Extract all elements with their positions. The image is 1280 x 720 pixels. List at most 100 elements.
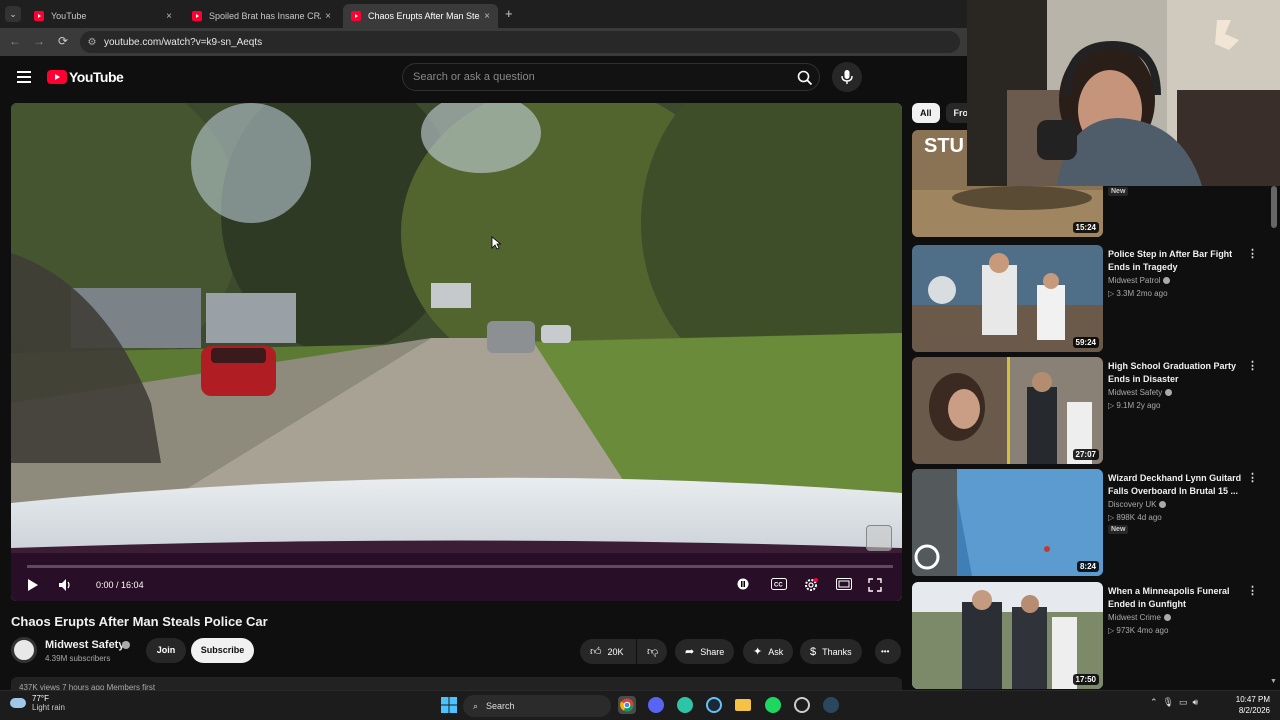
verified-icon <box>1165 389 1173 396</box>
tab-spoiled-brat[interactable]: Spoiled Brat has Insane CRASH × <box>184 4 339 28</box>
play-icon[interactable] <box>27 578 39 592</box>
taskbar-search[interactable]: ⌕ Search <box>463 695 611 717</box>
dislike-button[interactable]: 👎︎ <box>637 639 667 664</box>
recommendation-channel[interactable]: Midwest Patrol <box>1108 276 1171 285</box>
reload-button[interactable]: ⟳ <box>55 34 71 48</box>
clock[interactable]: 10:47 PM 8/2/2026 <box>1226 694 1270 716</box>
video-thumbnail[interactable]: 17:50 <box>912 582 1103 689</box>
voice-search-button[interactable] <box>832 62 862 92</box>
thumbs-down-icon: 👎︎ <box>647 646 659 658</box>
youtube-header: YouTube Search or ask a question <box>0 56 967 100</box>
recommendation-item[interactable]: 59:24 Police Step in After Bar Fight End… <box>912 245 1272 353</box>
recommendation-title[interactable]: When a Minneapolis Funeral Ended in Gunf… <box>1108 585 1243 611</box>
recommendation-item[interactable]: 8:24 Wizard Deckhand Lynn Guitard Falls … <box>912 469 1272 577</box>
video-thumbnail[interactable]: 27:07 <box>912 357 1103 464</box>
more-options-icon[interactable]: ⋮ <box>1247 359 1258 372</box>
spotify-icon[interactable] <box>764 696 782 714</box>
more-options-icon[interactable]: ⋮ <box>1247 247 1258 260</box>
steam-icon[interactable] <box>705 696 723 714</box>
scroll-down-arrow-icon[interactable]: ▼ <box>1270 678 1277 685</box>
video-frame <box>11 103 902 601</box>
subscribe-button[interactable]: Subscribe <box>191 638 254 663</box>
settings-icon[interactable] <box>804 578 818 592</box>
volume-icon[interactable] <box>58 578 72 592</box>
thumbs-up-icon: 👍︎ <box>590 646 602 658</box>
search-input[interactable]: Search or ask a question <box>402 63 820 91</box>
chip-all[interactable]: All <box>912 103 940 123</box>
address-toolbar: ← → ⟳ ⚙ youtube.com/watch?v=k9-sn_Aeqts <box>0 28 967 56</box>
search-button[interactable] <box>793 66 817 90</box>
new-tab-button[interactable]: + <box>505 6 513 21</box>
tab-youtube[interactable]: YouTube × <box>26 4 180 28</box>
tab-title: Spoiled Brat has Insane CRASH <box>209 11 321 21</box>
ask-button[interactable]: ✦ Ask <box>743 639 794 664</box>
subscriber-count: 4.39M subscribers <box>45 654 111 663</box>
tab-close-icon[interactable]: × <box>480 11 494 22</box>
file-explorer-icon[interactable] <box>734 696 752 714</box>
youtube-logo[interactable]: YouTube <box>47 69 124 85</box>
scrollbar[interactable] <box>1271 186 1277 228</box>
fullscreen-icon[interactable] <box>868 578 882 592</box>
join-button[interactable]: Join <box>146 638 186 663</box>
theater-mode-icon[interactable] <box>836 578 852 590</box>
recommendation-channel[interactable]: Midwest Crime <box>1108 613 1171 622</box>
video-player[interactable] <box>11 103 902 601</box>
search-icon <box>797 70 813 86</box>
channel-name[interactable]: Midwest Safety <box>45 639 124 651</box>
recommendation-channel[interactable]: Discovery UK <box>1108 500 1167 509</box>
channel-watermark-icon[interactable] <box>866 525 892 551</box>
more-options-icon[interactable]: ⋮ <box>1247 584 1258 597</box>
ask-label: Ask <box>768 646 784 657</box>
recommendation-title[interactable]: High School Graduation Party Ends in Dis… <box>1108 360 1243 386</box>
recommendation-meta: ▷ 3.3M 2mo ago <box>1108 289 1168 298</box>
recommendation-item[interactable]: 17:50 When a Minneapolis Funeral Ended i… <box>912 582 1272 690</box>
tab-close-icon[interactable]: × <box>162 11 176 22</box>
verified-icon <box>1159 501 1167 508</box>
recommendation-meta: ▷ 9.1M 2y ago <box>1108 401 1161 410</box>
views-age: 973K 4mo ago <box>1116 626 1169 635</box>
tab-search-button[interactable]: ⌄ <box>5 6 21 22</box>
microphone-icon <box>841 70 853 84</box>
back-button[interactable]: ← <box>7 34 23 48</box>
verified-icon <box>1163 277 1171 284</box>
thanks-button[interactable]: $ Thanks <box>800 639 862 664</box>
weather-condition: Light rain <box>32 703 65 712</box>
discord-icon[interactable] <box>647 696 665 714</box>
progress-bar[interactable] <box>27 565 893 568</box>
chrome-icon[interactable] <box>618 696 636 714</box>
tab-close-icon[interactable]: × <box>321 11 335 22</box>
edge-icon[interactable] <box>676 696 694 714</box>
time-display: 0:00 / 16:04 <box>96 580 144 590</box>
current-time: 0:00 <box>96 580 114 590</box>
video-duration: 15:24 <box>1072 222 1099 233</box>
site-info-icon[interactable]: ⚙ <box>80 37 104 48</box>
recommendation-title[interactable]: Wizard Deckhand Lynn Guitard Falls Overb… <box>1108 472 1243 498</box>
video-thumbnail[interactable]: 59:24 <box>912 245 1103 352</box>
more-options-icon[interactable]: ⋮ <box>1247 471 1258 484</box>
weather-widget[interactable]: 77°F Light rain <box>10 694 65 712</box>
steam-app-icon[interactable] <box>822 696 840 714</box>
url-bar[interactable]: ⚙ youtube.com/watch?v=k9-sn_Aeqts <box>80 31 960 53</box>
tab-chaos-erupts[interactable]: Chaos Erupts After Man Steals F × <box>343 4 498 28</box>
youtube-favicon-icon <box>351 11 361 21</box>
app-icon[interactable] <box>793 696 811 714</box>
more-actions-button[interactable]: ••• <box>875 639 901 664</box>
recommendation-channel[interactable]: Midwest Safety <box>1108 388 1173 397</box>
recommendation-title[interactable]: Police Step in After Bar Fight Ends in T… <box>1108 248 1243 274</box>
verified-icon <box>1163 614 1171 621</box>
channel-avatar[interactable] <box>11 637 37 663</box>
forward-button[interactable]: → <box>31 34 47 48</box>
like-button[interactable]: 👍︎ 20K <box>580 639 636 664</box>
youtube-favicon-icon <box>192 11 202 21</box>
system-tray[interactable]: ⌃ 🎙︎ ▭ 🔊︎ <box>1150 697 1198 708</box>
video-thumbnail[interactable]: 8:24 <box>912 469 1103 576</box>
windows-start-icon[interactable] <box>440 696 458 714</box>
video-duration: 8:24 <box>1076 561 1099 572</box>
channel-label: Midwest Safety <box>1108 388 1163 397</box>
thumbnail-text: STU <box>924 135 964 157</box>
subtitles-icon[interactable]: CC <box>771 578 787 590</box>
autoplay-toggle-icon[interactable] <box>737 578 749 590</box>
share-button[interactable]: ➦ Share <box>675 639 735 664</box>
menu-icon[interactable] <box>17 71 31 86</box>
recommendation-item[interactable]: 27:07 High School Graduation Party Ends … <box>912 357 1272 465</box>
